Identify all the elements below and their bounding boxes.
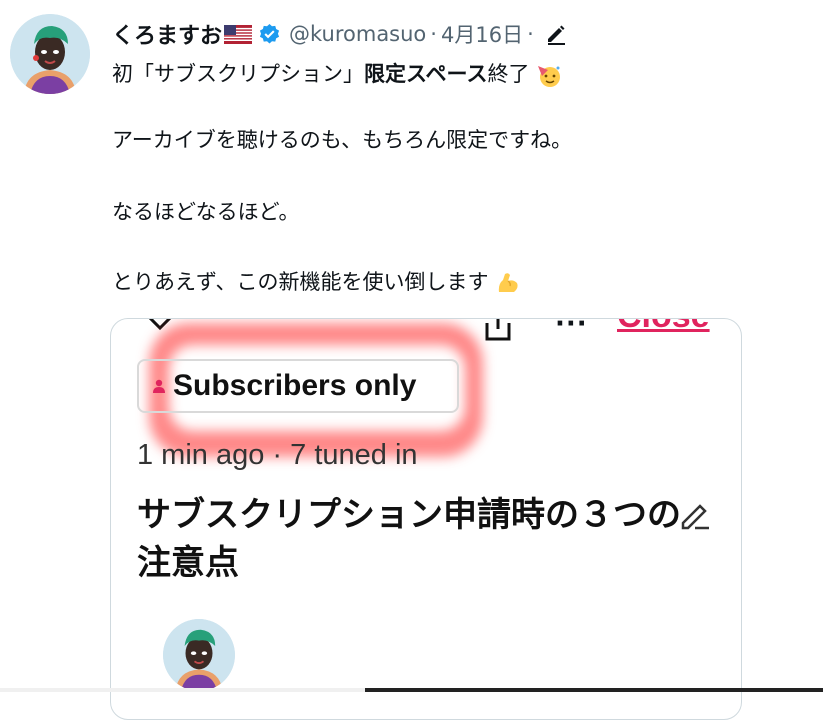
party-face-emoji-icon: [536, 62, 562, 88]
subscriber-icon: [151, 378, 167, 394]
tweet-text-pre: 初「サブスクリプション」: [112, 62, 364, 86]
tweet-text-line-4-text: とりあえず、この新機能を使い倒します: [112, 270, 489, 294]
us-flag-icon: [224, 24, 253, 44]
space-meta: 1 min ago · 7 tuned in: [137, 439, 418, 471]
verified-badge-icon[interactable]: [258, 23, 281, 46]
tweet-header: くろますお @kuromasuo · 4月16日 ·: [112, 17, 568, 51]
edit-title-icon[interactable]: [677, 497, 713, 537]
space-title: サブスクリプション申請時の３つの注意点: [137, 495, 681, 583]
scroll-indicator: [365, 688, 823, 692]
edit-pencil-icon[interactable]: [544, 22, 568, 46]
tweet-text-line-1: 初「サブスクリプション」限定スペース終了: [112, 58, 562, 88]
share-icon[interactable]: [483, 319, 513, 347]
more-icon[interactable]: ···: [555, 319, 588, 339]
separator-dot: ·: [527, 22, 534, 46]
host-avatar[interactable]: [163, 619, 235, 691]
close-button[interactable]: Close: [617, 319, 710, 336]
flexed-biceps-emoji-icon: [495, 270, 521, 296]
tweet-text-line-3: なるほどなるほど。: [112, 200, 300, 224]
author-avatar[interactable]: [10, 14, 90, 94]
author-handle[interactable]: @kuromasuo: [289, 22, 426, 46]
subscribers-only-label: Subscribers only: [173, 369, 417, 402]
space-card[interactable]: ··· Close Subscribers only 1 min ago · 7…: [110, 318, 742, 720]
tweet-text-line-2: アーカイブを聴けるのも、もちろん限定ですね。: [112, 128, 573, 152]
tweet-date[interactable]: 4月16日: [441, 19, 523, 49]
tweet-text-bold: 限定スペース: [364, 62, 488, 86]
tweet-text-line-4: とりあえず、この新機能を使い倒します: [112, 266, 521, 296]
display-name[interactable]: くろますお: [112, 18, 222, 50]
tweet-text-post: 終了: [487, 62, 530, 86]
subscribers-only-badge: Subscribers only: [137, 359, 459, 413]
separator-dot: ·: [430, 22, 437, 46]
